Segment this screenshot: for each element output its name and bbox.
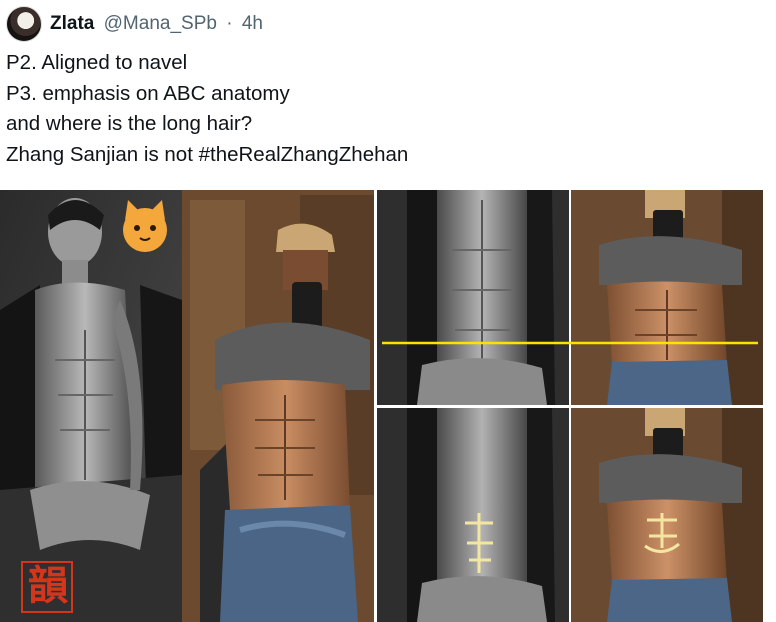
media-grid: 韻 [0, 190, 776, 622]
media-image-anatomy-emphasis[interactable] [377, 408, 763, 622]
author-name[interactable]: Zlata [50, 13, 94, 34]
author-handle[interactable]: @Mana_SPb [104, 13, 217, 34]
anatomy-emphasis-photo [377, 408, 763, 622]
media-image-navel-aligned[interactable] [377, 190, 763, 405]
media-edge [764, 190, 776, 622]
media-image-comparison[interactable]: 韻 [0, 190, 374, 622]
author-line: Zlata @Mana_SPb · 4h [50, 13, 263, 35]
tweet-text: P2. Aligned to navel P3. emphasis on ABC… [6, 48, 408, 170]
tweet-line: P2. Aligned to navel [6, 51, 188, 74]
navel-aligned-photo [377, 190, 763, 405]
tweet-header: Zlata @Mana_SPb · 4h [6, 6, 263, 42]
seal-text: 韻 [28, 562, 68, 609]
avatar[interactable] [6, 6, 42, 42]
comparison-photo [0, 190, 374, 622]
tweet-line: P3. emphasis on ABC anatomy [6, 81, 290, 105]
tweet: Zlata @Mana_SPb · 4h P2. Aligned to nave… [0, 0, 776, 622]
tweet-line: and where is the long hair? [6, 112, 253, 135]
timestamp[interactable]: 4h [242, 13, 263, 34]
separator-dot: · [226, 13, 233, 34]
tweet-line: Zhang Sanjian is not #theRealZhangZhehan [6, 142, 409, 166]
